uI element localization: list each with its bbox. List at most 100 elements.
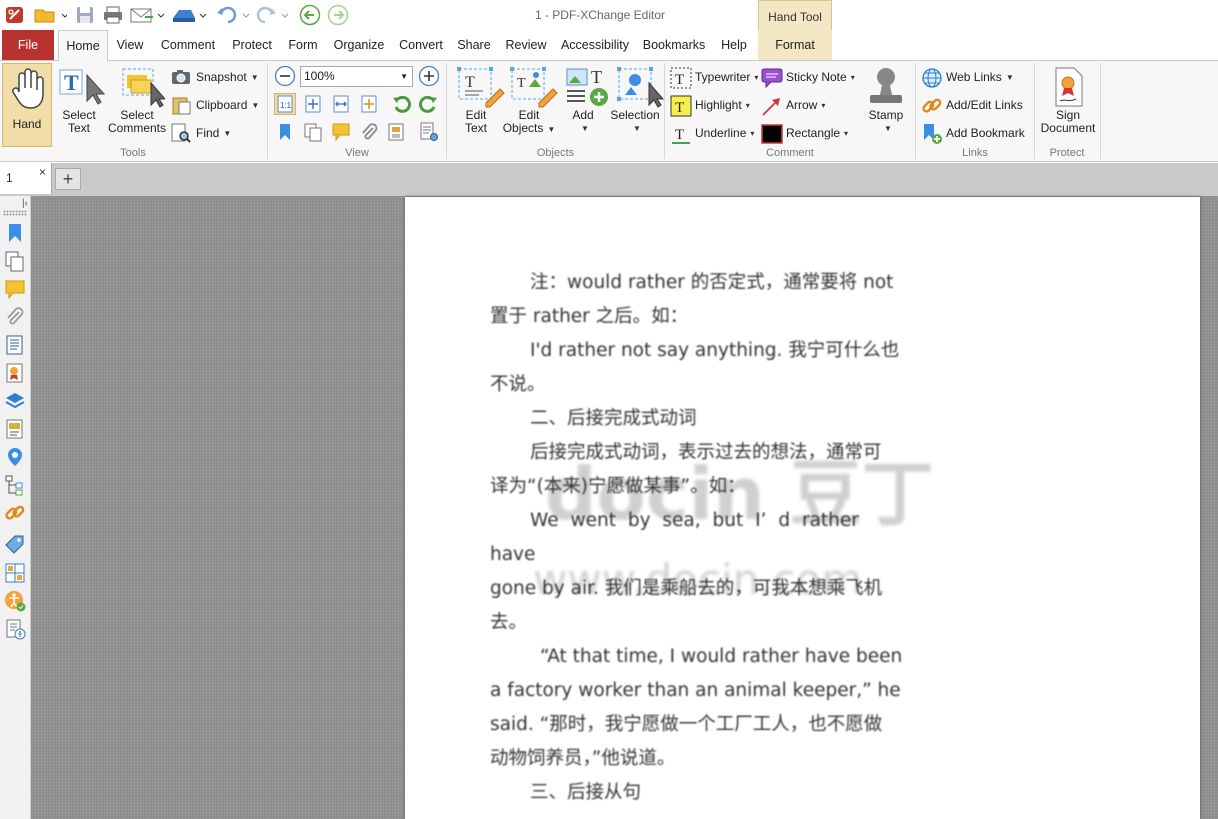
attachments-icon[interactable] [4,306,26,328]
collapse-panel-icon[interactable]: |‹ [22,198,28,209]
web-links-button[interactable]: Web Links ▼ [921,65,1014,89]
stamp-button[interactable]: Stamp ▼ [862,63,910,145]
add-bookmark-label: Add Bookmark [946,126,1025,140]
highlight-button[interactable]: T Highlight ▾ [670,93,750,117]
email-icon[interactable] [128,4,166,26]
edit-objects-button[interactable]: T Edit Objects ▼ [502,63,558,145]
sign-document-button[interactable]: Sign Document [1037,63,1099,145]
underline-button[interactable]: T Underline ▾ [670,121,754,145]
content-panel-icon[interactable] [386,121,408,143]
pages-panel-icon[interactable] [302,121,324,143]
arrow-button[interactable]: Arrow ▾ [761,93,825,117]
zoom-in-icon[interactable] [418,65,440,87]
bookmarks-icon[interactable] [4,222,26,244]
snapshot-button[interactable]: Snapshot ▼ [171,65,259,89]
fit-width-icon[interactable] [330,93,352,115]
app-icon[interactable] [3,4,27,26]
bookmarks-panel-icon[interactable] [274,121,296,143]
compare-icon[interactable] [4,562,26,584]
print-icon[interactable] [101,4,125,26]
layers-icon[interactable] [4,390,26,412]
tab-help[interactable]: Help [716,30,752,60]
document-tab[interactable]: 1 × [0,163,52,194]
add-label: Add [572,108,594,122]
add-button[interactable]: T Add ▼ [556,63,610,145]
actual-size-icon[interactable]: 1:1 [274,93,296,115]
tab-organize[interactable]: Organize [330,30,388,60]
accessibility-icon[interactable] [4,590,26,612]
fit-visible-icon[interactable] [358,93,380,115]
tab-protect[interactable]: Protect [228,30,276,60]
typewriter-button[interactable]: T Typewriter ▾ [670,65,758,89]
comments-icon[interactable] [4,278,26,300]
forward-icon[interactable] [326,4,350,26]
doc-line: gone by air. 我们是乘船去的，可我本想乘飞机 [490,578,883,599]
back-icon[interactable] [298,4,322,26]
tab-home[interactable]: Home [58,30,108,61]
structure-icon[interactable] [4,474,26,496]
svg-text:T: T [64,70,79,95]
properties-panel-icon[interactable] [418,121,440,143]
add-edit-links-button[interactable]: Add/Edit Links [921,93,1023,117]
fit-page-icon[interactable] [302,93,324,115]
underline-label: Underline [695,126,747,140]
content-icon[interactable] [4,334,26,356]
tab-review[interactable]: Review [502,30,550,60]
edit-text-button[interactable]: T Edit Text [450,63,505,145]
selection-button[interactable]: Selection ▼ [608,63,665,145]
tab-accessibility[interactable]: Accessibility [558,30,632,60]
tab-comment[interactable]: Comment [156,30,220,60]
find-icon [171,123,191,143]
tab-share[interactable]: Share [454,30,494,60]
grip-handle[interactable] [3,210,27,216]
links-icon[interactable] [4,502,26,524]
add-bookmark-button[interactable]: Add Bookmark [921,121,1025,145]
attachments-panel-icon[interactable] [358,121,380,143]
hand-button[interactable]: Hand [2,63,52,147]
svg-text:T: T [465,74,475,91]
close-icon[interactable]: × [39,165,46,179]
signatures-icon[interactable] [4,362,26,384]
rotate-right-icon[interactable] [418,93,440,115]
tab-form[interactable]: Form [284,30,322,60]
tab-file[interactable]: File [2,30,54,60]
tab-view[interactable]: View [112,30,148,60]
properties-icon[interactable] [4,534,26,556]
open-folder-icon[interactable] [32,4,68,26]
destinations-icon[interactable] [4,446,26,468]
svg-text:T: T [675,72,684,88]
thumbnails-icon[interactable] [4,250,26,272]
scan-icon[interactable] [170,4,208,26]
find-button[interactable]: Find ▼ [171,121,231,145]
rotate-left-icon[interactable] [390,93,412,115]
edit-objects-icon: T [509,65,558,109]
reading-order-icon[interactable] [4,618,26,640]
select-comments-button[interactable]: Select Comments [106,63,168,145]
zoom-out-icon[interactable] [274,65,296,87]
highlight-icon: T [670,95,692,117]
clipboard-button[interactable]: Clipboard ▼ [171,93,259,117]
select-text-button[interactable]: T Select Text [54,63,106,145]
chevron-down-icon: ▼ [581,124,589,133]
selection-label: Selection [610,108,660,122]
sticky-note-button[interactable]: Sticky Note ▾ [761,65,855,89]
rectangle-icon [761,123,783,144]
tags-icon[interactable] [4,418,26,440]
separator [1100,63,1101,159]
select-text-label-2: Text [67,121,90,135]
undo-icon[interactable] [215,4,251,26]
new-tab-button[interactable]: + [55,168,81,190]
comments-panel-icon[interactable] [330,121,352,143]
zoom-select[interactable]: 100% ▼ [300,66,413,87]
objects-group-label: Objects [536,147,575,159]
redo-icon[interactable] [254,4,290,26]
window-title: 1 - PDF-XChange Editor [534,8,666,22]
rectangle-button[interactable]: Rectangle ▾ [761,121,848,145]
save-icon[interactable] [74,4,96,26]
tab-bookmarks[interactable]: Bookmarks [640,30,708,60]
hand-label: Hand [12,117,42,131]
tab-format[interactable]: Format [758,30,832,60]
document-tab-strip: 1 × + [0,163,1218,196]
document-tab-label: 1 [6,171,13,185]
tab-convert[interactable]: Convert [396,30,446,60]
